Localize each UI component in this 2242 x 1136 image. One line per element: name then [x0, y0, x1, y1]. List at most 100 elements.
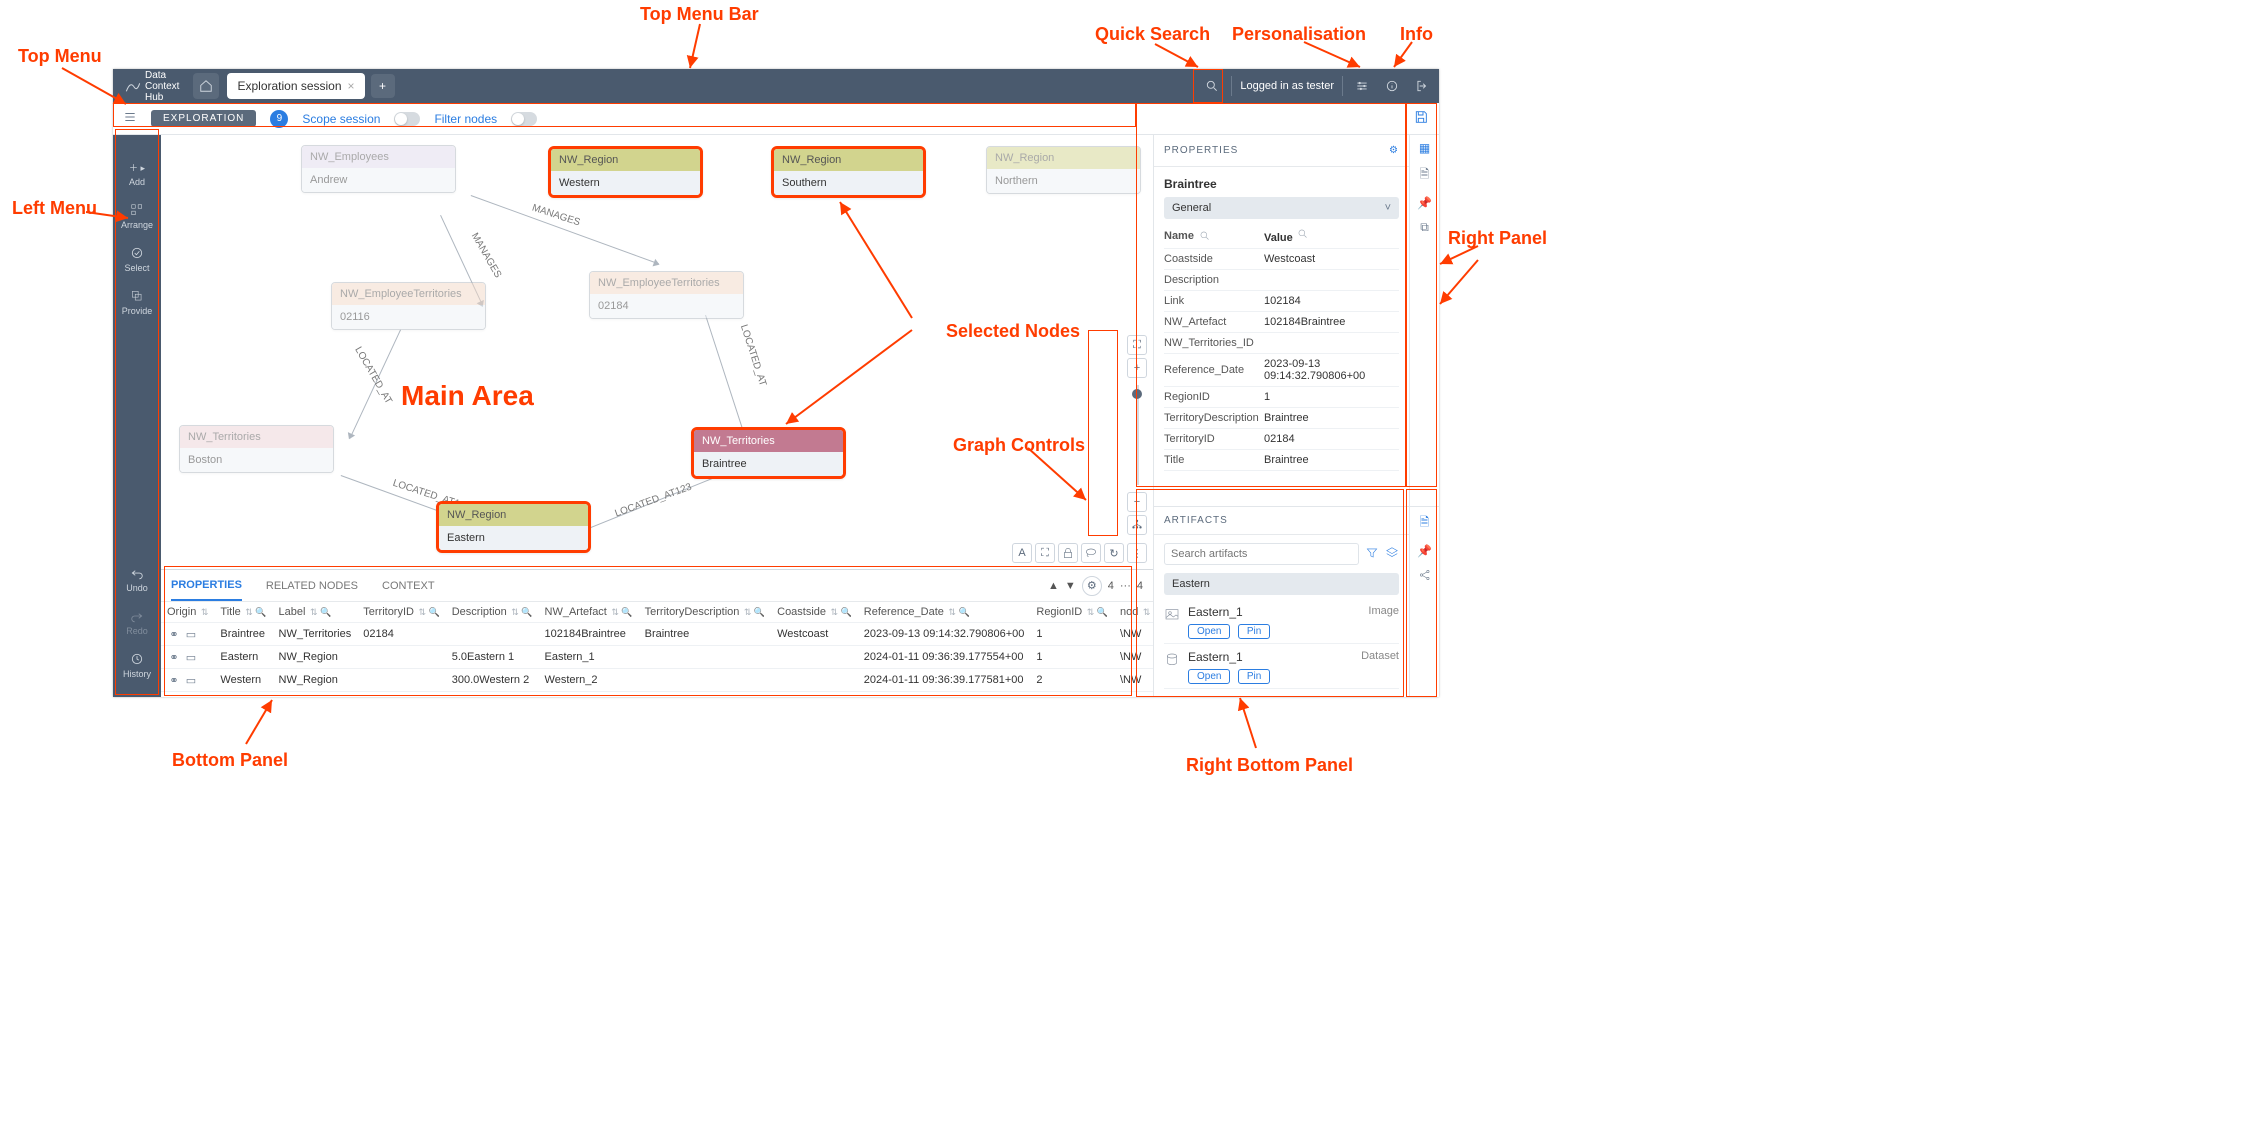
- properties-general-label: General: [1172, 202, 1211, 214]
- properties-general-toggle[interactable]: General ˅: [1164, 197, 1399, 219]
- rail-doc-icon[interactable]: 🗎: [1420, 165, 1430, 186]
- artifacts-group-eastern[interactable]: Eastern: [1164, 573, 1399, 595]
- tab-context[interactable]: CONTEXT: [382, 572, 435, 600]
- filter-icon[interactable]: [1365, 546, 1379, 563]
- left-provide[interactable]: Provide: [122, 281, 153, 324]
- property-row: TerritoryDescriptionBraintree: [1164, 408, 1399, 429]
- zoom-out-button[interactable]: −: [1127, 492, 1147, 512]
- node-employees-andrew[interactable]: NW_Employees Andrew: [301, 145, 456, 193]
- left-redo[interactable]: Redo: [126, 601, 148, 644]
- left-undo[interactable]: Undo: [126, 558, 148, 601]
- close-icon[interactable]: ×: [348, 79, 355, 93]
- properties-settings-btn[interactable]: ⚙: [1389, 145, 1399, 156]
- col-territoryid[interactable]: TerritoryID ⇅ 🔍: [357, 602, 445, 623]
- rail-properties-icon[interactable]: ▦: [1419, 141, 1430, 155]
- table-settings[interactable]: ⚙: [1082, 576, 1102, 596]
- search-icon[interactable]: [1296, 227, 1310, 241]
- hamburger-button[interactable]: [123, 110, 137, 127]
- layout-button[interactable]: [1127, 515, 1147, 535]
- count-left: 4: [1108, 580, 1114, 592]
- col-nw_artefact[interactable]: NW_Artefact ⇅ 🔍: [539, 602, 639, 623]
- col-origin[interactable]: Origin ⇅: [161, 602, 214, 623]
- node-region-western[interactable]: NW_Region Western: [548, 146, 703, 198]
- rail-copy-icon[interactable]: ⧉: [1420, 220, 1429, 235]
- edge-label-manages-2: MANAGES: [531, 203, 582, 229]
- edge-label-located-2: LOCATED_AT: [738, 323, 768, 387]
- zoom-slider[interactable]: [1136, 385, 1139, 485]
- artifacts-body[interactable]: Eastern Eastern_1Image Open Pin Eastern_…: [1154, 535, 1409, 697]
- node-region-southern[interactable]: NW_Region Southern: [771, 146, 926, 198]
- label-toggle[interactable]: A: [1012, 543, 1032, 563]
- fit-button[interactable]: ⛶: [1127, 335, 1147, 355]
- graph-canvas[interactable]: MANAGES MANAGES LOCATED_AT LOCATED_AT LO…: [161, 135, 1153, 569]
- artifacts-panel: ARTIFACTS: [1154, 506, 1409, 697]
- zoom-in-button[interactable]: +: [1127, 358, 1147, 378]
- table-row[interactable]: ⚭▭EasternNW_Region5.0Eastern 1Eastern_12…: [161, 646, 1153, 669]
- artifact-open-btn[interactable]: Open: [1188, 669, 1230, 684]
- info-button[interactable]: [1381, 75, 1403, 97]
- tab-exploration-session[interactable]: Exploration session ×: [227, 73, 364, 99]
- properties-body[interactable]: Braintree General ˅ Name Value: [1154, 167, 1409, 506]
- artifact-open-btn[interactable]: Open: [1188, 624, 1230, 639]
- personalisation-button[interactable]: [1351, 75, 1373, 97]
- property-row: CoastsideWestcoast: [1164, 249, 1399, 270]
- more-button[interactable]: ⋮: [1127, 543, 1147, 563]
- node-region-eastern[interactable]: NW_Region Eastern: [436, 501, 591, 553]
- col-reference_date[interactable]: Reference_Date ⇅ 🔍: [858, 602, 1031, 623]
- node-empterr-02184[interactable]: NW_EmployeeTerritories 02184: [589, 271, 744, 319]
- scope-session-link[interactable]: Scope session: [302, 112, 380, 126]
- col-coastside[interactable]: Coastside ⇅ 🔍: [771, 602, 858, 623]
- col-territorydescription[interactable]: TerritoryDescription ⇅ 🔍: [639, 602, 772, 623]
- rail-share-icon[interactable]: [1418, 568, 1432, 585]
- left-add[interactable]: ＋ ▸Add: [129, 153, 145, 195]
- left-menu: ＋ ▸Add Arrange Select Provide: [113, 135, 161, 697]
- rail-pin-icon[interactable]: 📌: [1417, 196, 1432, 210]
- refresh-button[interactable]: ↻: [1104, 543, 1124, 563]
- plus-icon: +: [379, 79, 386, 93]
- chevron-down-icon[interactable]: ▼: [1065, 580, 1076, 592]
- col-description[interactable]: Description ⇅ 🔍: [446, 602, 539, 623]
- save-button[interactable]: [1413, 109, 1429, 128]
- fullscreen-button[interactable]: ⛶: [1035, 543, 1055, 563]
- filter-nodes-link[interactable]: Filter nodes: [434, 112, 497, 126]
- artifact-pin-btn[interactable]: Pin: [1238, 624, 1270, 639]
- lock-button[interactable]: [1058, 543, 1078, 563]
- property-row: Link102184: [1164, 291, 1399, 312]
- chevron-up-icon[interactable]: ▲: [1048, 580, 1059, 592]
- top-menu-bar: Data Context Hub Exploration session × +: [113, 69, 1439, 103]
- table-row[interactable]: ⚭▭WesternNW_Region300.0Western 2Western_…: [161, 669, 1153, 692]
- node-territories-braintree[interactable]: NW_Territories Braintree: [691, 427, 846, 479]
- col-nod[interactable]: nod ⇅ 🔍: [1114, 602, 1153, 623]
- annot-right-bottom-panel: Right Bottom Panel: [1186, 755, 1353, 776]
- bottom-table[interactable]: Origin ⇅Title ⇅ 🔍Label ⇅ 🔍TerritoryID ⇅ …: [161, 602, 1153, 697]
- col-label[interactable]: Label ⇅ 🔍: [273, 602, 358, 623]
- home-button[interactable]: [193, 73, 219, 99]
- artifacts-search-input[interactable]: [1164, 543, 1359, 565]
- layers-icon[interactable]: [1385, 546, 1399, 563]
- lasso-button[interactable]: [1081, 543, 1101, 563]
- table-row[interactable]: ⚭▭BraintreeNW_Territories02184102184Brai…: [161, 623, 1153, 646]
- search-icon[interactable]: [1198, 229, 1212, 243]
- left-history[interactable]: History: [123, 644, 151, 687]
- search-button[interactable]: [1201, 75, 1223, 97]
- filter-toggle[interactable]: [511, 112, 537, 126]
- tab-properties[interactable]: PROPERTIES: [171, 571, 242, 601]
- rail-artifacts-icon[interactable]: 🗎: [1420, 513, 1430, 534]
- node-region-northern[interactable]: NW_Region Northern: [986, 146, 1141, 194]
- node-territories-boston[interactable]: NW_Territories Boston: [179, 425, 334, 473]
- col-regionid[interactable]: RegionID ⇅ 🔍: [1030, 602, 1114, 623]
- scope-toggle[interactable]: [394, 112, 420, 126]
- search-icon: [1205, 79, 1219, 93]
- center-column: MANAGES MANAGES LOCATED_AT LOCATED_AT LO…: [161, 135, 1153, 697]
- property-row: RegionID1: [1164, 387, 1399, 408]
- rail-pin2-icon[interactable]: 📌: [1417, 544, 1432, 558]
- tab-add-button[interactable]: +: [371, 74, 395, 98]
- left-select[interactable]: Select: [124, 238, 149, 281]
- col-title[interactable]: Title ⇅ 🔍: [214, 602, 272, 623]
- left-arrange[interactable]: Arrange: [121, 195, 153, 238]
- artifact-pin-btn[interactable]: Pin: [1238, 669, 1270, 684]
- logout-button[interactable]: [1411, 75, 1433, 97]
- menu-icon: [123, 110, 137, 124]
- tab-related-nodes[interactable]: RELATED NODES: [266, 572, 358, 600]
- node-empterr-02116[interactable]: NW_EmployeeTerritories 02116: [331, 282, 486, 330]
